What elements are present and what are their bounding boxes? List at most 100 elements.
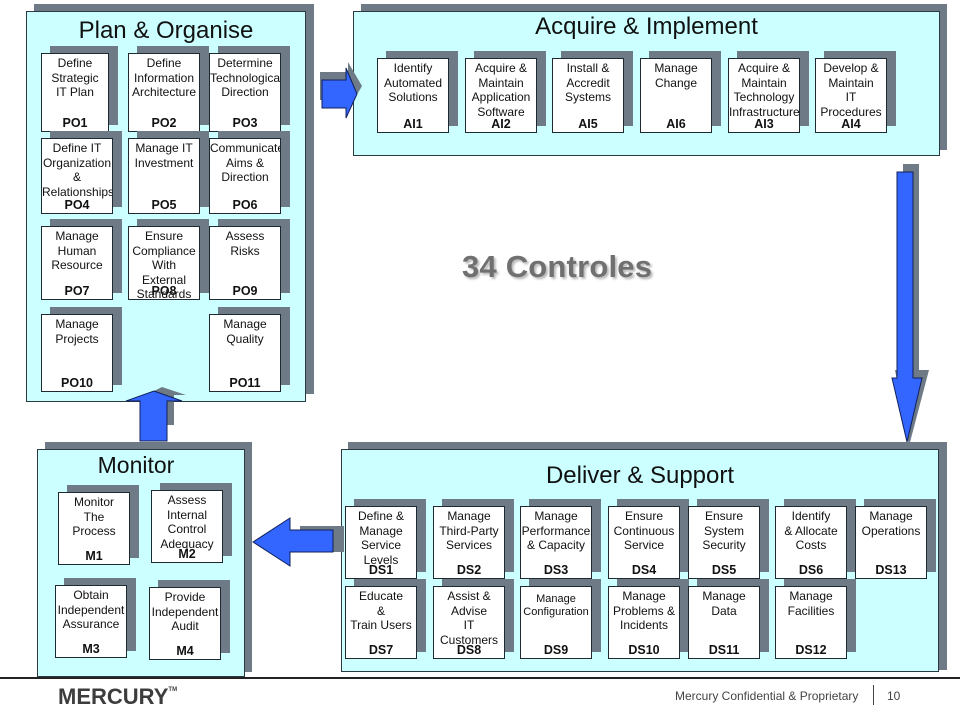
- process-code: DS4: [631, 563, 657, 577]
- process-box-ds1[interactable]: Define & Manage Service Levels DS1: [345, 506, 417, 579]
- process-code: M1: [85, 549, 103, 563]
- process-label: Define Strategic IT Plan: [51, 56, 99, 99]
- footer-separator: [873, 685, 874, 705]
- process-label: Assess Internal Control Adequacy: [160, 493, 214, 551]
- process-box-po4[interactable]: Define IT Organization & Relationships PO…: [41, 138, 113, 214]
- process-code: AI1: [403, 117, 423, 131]
- process-code: PO8: [151, 284, 177, 298]
- process-label: Define IT Organization & Relationships: [42, 141, 113, 199]
- process-box-po5[interactable]: Manage IT Investment PO5: [128, 138, 200, 214]
- process-box-ds12[interactable]: Manage Facilities DS12: [775, 586, 847, 659]
- process-code: PO7: [64, 284, 90, 298]
- arrow-down-ai-to-ds: [891, 164, 929, 446]
- process-box-ds6[interactable]: Identify & Allocate Costs DS6: [775, 506, 847, 579]
- process-code: PO5: [151, 198, 177, 212]
- process-box-ds8[interactable]: Assist & Advise IT Customers DS8: [433, 586, 505, 659]
- process-label: Obtain Independent Assurance: [57, 588, 125, 631]
- process-box-ai5[interactable]: Install & Accredit Systems AI5: [552, 58, 624, 133]
- process-box-ai3[interactable]: Acquire & Maintain Technology Infrastruc…: [728, 58, 800, 133]
- process-code: M4: [176, 644, 194, 658]
- process-label: Assess Risks: [225, 229, 265, 258]
- process-box-ds9[interactable]: Manage Configuration DS9: [520, 586, 592, 659]
- process-code: AI5: [578, 117, 598, 131]
- process-label: Identify & Allocate Costs: [784, 509, 838, 552]
- process-label: Manage Third-Party Services: [439, 509, 499, 552]
- process-box-m3[interactable]: Obtain Independent Assurance M3: [55, 585, 127, 658]
- process-box-ds3[interactable]: Manage Performance & Capacity DS3: [520, 506, 592, 579]
- mercury-logo: MERCURYTM: [58, 684, 177, 708]
- process-box-ds11[interactable]: Manage Data DS11: [688, 586, 760, 659]
- controls-count-heading: 34 Controles: [462, 249, 653, 284]
- process-code: DS6: [798, 563, 824, 577]
- process-code: DS12: [795, 643, 827, 657]
- process-box-po8[interactable]: Ensure Compliance With External Standard…: [128, 226, 200, 300]
- process-box-po6[interactable]: Communicate Aims & Direction PO6: [209, 138, 281, 214]
- arrow-right-po-to-ai: [320, 62, 362, 119]
- process-label: Manage Projects: [55, 317, 99, 346]
- process-label: Ensure Continuous Service: [613, 509, 675, 552]
- process-code: DS2: [456, 563, 482, 577]
- process-code: DS13: [875, 563, 907, 577]
- process-box-m2[interactable]: Assess Internal Control Adequacy M2: [151, 490, 223, 563]
- process-label: Manage Human Resource: [51, 229, 103, 272]
- process-label: Manage Data: [702, 589, 746, 618]
- process-box-ds7[interactable]: Educate & Train Users DS7: [345, 586, 417, 659]
- process-label: Determine Technological Direction: [210, 56, 281, 99]
- process-box-ai1[interactable]: Identify Automated Solutions AI1: [377, 58, 449, 133]
- process-label: Install & Accredit Systems: [564, 61, 611, 104]
- deliver-support-title: Deliver & Support: [545, 462, 735, 489]
- process-label: Identify Automated Solutions: [383, 61, 443, 104]
- process-label: Assist & Advise IT Customers: [439, 589, 498, 647]
- mercury-logo-text: MERCURY: [58, 684, 169, 708]
- process-box-m4[interactable]: Provide Independent Audit M4: [149, 587, 221, 660]
- process-code: PO1: [62, 116, 88, 130]
- process-code: AI3: [754, 117, 774, 131]
- process-box-ds4[interactable]: Ensure Continuous Service DS4: [608, 506, 680, 579]
- process-code: PO11: [229, 376, 261, 390]
- arrow-up-monitor-to-po: [125, 387, 186, 442]
- process-label: Manage Configuration: [523, 593, 589, 618]
- process-box-ds13[interactable]: Manage Operations DS13: [855, 506, 927, 579]
- process-label: Manage Facilities: [787, 589, 835, 618]
- process-box-po3[interactable]: Determine Technological Direction PO3: [209, 53, 281, 132]
- process-label: Manage Performance & Capacity: [521, 509, 591, 552]
- monitor-title: Monitor: [97, 452, 175, 478]
- process-box-po2[interactable]: Define Information Architecture PO2: [128, 53, 200, 132]
- process-code: PO6: [232, 198, 258, 212]
- process-label: Ensure System Security: [702, 509, 746, 552]
- process-box-ai6[interactable]: Manage Change AI6: [640, 58, 712, 133]
- process-label: Provide Independent Audit: [151, 590, 219, 633]
- trademark-mark: TM: [168, 687, 178, 693]
- confidential-notice: Mercury Confidential & Proprietary: [675, 689, 859, 703]
- process-label: Define & Manage Service Levels: [357, 509, 405, 567]
- process-label: Acquire & Maintain Application Software: [471, 61, 531, 119]
- process-label: Communicate Aims & Direction: [210, 141, 281, 184]
- process-code: DS7: [368, 643, 394, 657]
- process-box-po7[interactable]: Manage Human Resource PO7: [41, 226, 113, 300]
- process-box-po9[interactable]: Assess Risks PO9: [209, 226, 281, 300]
- process-box-ai4[interactable]: Develop & Maintain IT Procedures AI4: [815, 58, 887, 133]
- process-box-po10[interactable]: Manage Projects PO10: [41, 314, 113, 392]
- process-label: Acquire & Maintain Technology Infrastruc…: [729, 61, 800, 119]
- process-code: PO4: [64, 198, 90, 212]
- process-label: Educate & Train Users: [350, 589, 412, 632]
- process-box-ds10[interactable]: Manage Problems & Incidents DS10: [608, 586, 680, 659]
- process-box-m1[interactable]: Monitor The Process M1: [58, 492, 130, 565]
- process-code: PO9: [232, 284, 258, 298]
- process-box-po11[interactable]: Manage Quality PO11: [209, 314, 281, 392]
- arrow-left-ds-to-monitor: [252, 514, 344, 567]
- process-label: Manage Problems & Incidents: [612, 589, 676, 632]
- process-code: DS11: [708, 643, 740, 657]
- process-code: DS9: [543, 643, 569, 657]
- process-box-ds5[interactable]: Ensure System Security DS5: [688, 506, 760, 579]
- process-code: DS10: [628, 643, 660, 657]
- process-code: AI4: [841, 117, 861, 131]
- process-label: Manage IT Investment: [134, 141, 194, 170]
- process-code: M2: [178, 547, 196, 561]
- process-code: DS3: [543, 563, 569, 577]
- process-box-ai2[interactable]: Acquire & Maintain Application Software A…: [465, 58, 537, 133]
- process-label: Monitor The Process: [72, 495, 116, 538]
- process-box-ds2[interactable]: Manage Third-Party Services DS2: [433, 506, 505, 579]
- process-box-po1[interactable]: Define Strategic IT Plan PO1: [41, 53, 109, 132]
- acquire-implement-title: Acquire & Implement: [535, 13, 758, 40]
